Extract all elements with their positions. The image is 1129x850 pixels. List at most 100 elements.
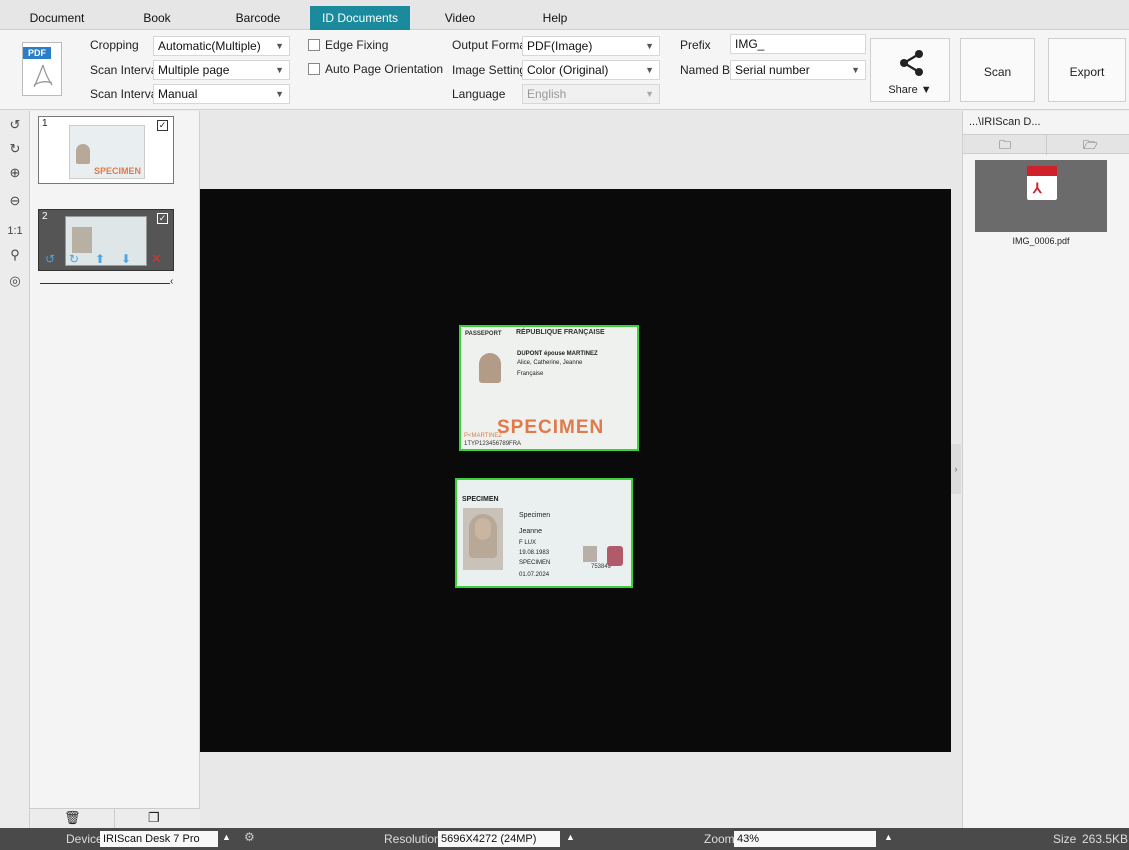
zoom-select[interactable]: 43%	[734, 831, 876, 847]
rotate-left-icon[interactable]: ↺	[5, 115, 25, 135]
zoom-out-icon[interactable]: ⊖	[5, 191, 25, 211]
thumbnail-number: 2	[42, 211, 48, 222]
passport-mrz-line-1: P<MARTINEZ	[464, 433, 503, 439]
open-folder-icon[interactable]: 🗁	[1083, 136, 1098, 157]
output-file-item[interactable]: ⅄ IMG_0006.pdf	[975, 160, 1107, 250]
copy-pages-icon[interactable]: ❐	[148, 810, 160, 826]
chevron-down-icon: ▼	[645, 89, 654, 99]
chevron-down-icon: ▼	[645, 65, 654, 75]
tab-id-documents[interactable]: ID Documents	[310, 6, 410, 30]
scan-preview-area[interactable]: PASSEPORT RÉPUBLIQUE FRANÇAISE DUPONT ép…	[200, 111, 962, 828]
id-expiry-date: 01.07.2024	[519, 572, 550, 578]
thumbnail-number: 1	[42, 118, 48, 129]
share-button[interactable]: Share ▼	[870, 38, 950, 102]
scan-interval-mode-label: Scan Interval	[90, 87, 161, 101]
settings-toolbar: PDF Cropping Automatic(Multiple) ▼ Scan I…	[0, 30, 1129, 110]
edge-fixing-checkbox[interactable]	[308, 39, 320, 51]
export-label: Export	[1069, 65, 1105, 79]
passport-label: PASSEPORT	[465, 331, 502, 337]
chevron-down-icon: ▼	[851, 65, 860, 75]
id-photo	[463, 508, 503, 570]
resolution-dropdown-icon[interactable]: ▲	[566, 832, 575, 842]
passport-thumbnail: SPECIMEN	[69, 125, 145, 179]
settings-sliders-icon[interactable]: ⚙	[244, 830, 255, 844]
scan-label: Scan	[983, 65, 1012, 79]
thumbnail-slider[interactable]	[40, 283, 170, 284]
mode-tab-bar: Document Book Barcode ID Documents Video…	[0, 0, 1129, 30]
image-settings-label: Image Settings	[452, 63, 533, 77]
prefix-input[interactable]: IMG_	[730, 34, 866, 54]
edge-fixing-label: Edge Fixing	[325, 38, 389, 52]
language-label: Language	[452, 87, 506, 101]
delete-icon[interactable]: ✕	[151, 251, 162, 267]
scan-interval-mode-select[interactable]: Manual ▼	[153, 84, 290, 104]
move-up-icon[interactable]: ⬆	[95, 252, 105, 266]
device-label: Device	[66, 832, 103, 846]
chevron-down-icon: ▼	[645, 41, 654, 51]
id-given-name: Jeanne	[519, 528, 542, 535]
scan-button[interactable]: Scan	[960, 38, 1035, 102]
stamp-icon[interactable]: ⚲	[5, 245, 25, 265]
size-label: Size	[1053, 832, 1077, 846]
zoom-label: Zoom	[704, 832, 735, 846]
rotate-right-icon[interactable]: ↻	[5, 139, 25, 159]
cropping-label: Cropping	[90, 38, 139, 52]
id-surname: Specimen	[519, 512, 551, 519]
export-button[interactable]: Export	[1048, 38, 1126, 102]
resolution-select[interactable]: 5696X4272 (24MP)	[438, 831, 560, 847]
coat-of-arms-icon	[607, 546, 623, 566]
scan-interval-select[interactable]: Multiple page ▼	[153, 60, 290, 80]
trash-icon[interactable]: 🗑	[64, 810, 81, 826]
id-card-crop-box[interactable]: SPECIMEN Specimen Jeanne F LUX 19.08.198…	[455, 478, 633, 588]
tab-book[interactable]: Book	[120, 6, 194, 30]
acrobat-icon	[33, 64, 53, 88]
file-thumbnail: ⅄	[975, 160, 1107, 232]
tab-document[interactable]: Document	[22, 6, 92, 30]
tab-video[interactable]: Video	[425, 6, 495, 30]
named-by-label: Named By	[680, 63, 737, 77]
chevron-down-icon: ▼	[275, 89, 284, 99]
pdf-format-icon[interactable]: PDF	[22, 42, 62, 96]
thumbnail-checkbox[interactable]: ✓	[157, 120, 168, 131]
auto-orientation-checkbox[interactable]	[308, 63, 320, 75]
thumbnail-panel: 1 ✓ SPECIMEN 2 ✓ ↺ ↻ ⬆ ⬇ ✕ ‹ 🗑 ❐	[30, 111, 200, 829]
id-ghost-photo	[583, 546, 597, 562]
share-icon	[900, 50, 923, 76]
image-settings-select[interactable]: Color (Original) ▼	[522, 60, 660, 80]
auto-orientation-label: Auto Page Orientation	[325, 62, 444, 76]
thumb-rotate-left-icon[interactable]: ↺	[45, 252, 55, 266]
output-files-panel: ...\IRIScan D... 🗀 🗁 ⅄ IMG_0006.pdf	[962, 111, 1129, 828]
named-by-select[interactable]: Serial number ▼	[730, 60, 866, 80]
id-date-of-birth: 19.08.1983	[519, 550, 550, 556]
thumbnail-page-2[interactable]: 2 ✓ ↺ ↻ ⬆ ⬇ ✕	[38, 209, 174, 271]
pdf-badge: PDF	[23, 47, 51, 59]
thumbnail-checkbox[interactable]: ✓	[157, 213, 168, 224]
id-specimen-label: SPECIMEN	[462, 496, 499, 503]
thumb-rotate-right-icon[interactable]: ↻	[69, 252, 79, 266]
passport-photo	[479, 353, 501, 383]
cropping-select[interactable]: Automatic(Multiple) ▼	[153, 36, 290, 56]
left-tool-column: ↺ ↻ ⊕ ⊖ 1:1 ⚲ ◎	[0, 111, 30, 828]
scan-preview-image: PASSEPORT RÉPUBLIQUE FRANÇAISE DUPONT ép…	[200, 189, 951, 752]
device-select[interactable]: IRIScan Desk 7 Pro	[100, 831, 218, 847]
language-select[interactable]: English ▼	[522, 84, 660, 104]
zoom-dropdown-icon[interactable]: ▲	[884, 832, 893, 842]
tab-barcode[interactable]: Barcode	[215, 6, 301, 30]
output-format-select[interactable]: PDF(Image) ▼	[522, 36, 660, 56]
move-down-icon[interactable]: ⬇	[121, 252, 131, 266]
slider-handle-icon[interactable]: ‹	[170, 276, 173, 287]
webcam-icon[interactable]: ◎	[5, 271, 25, 291]
prefix-label: Prefix	[680, 38, 711, 52]
collapse-panel-handle[interactable]: ›	[951, 444, 961, 494]
thumbnail-page-1[interactable]: 1 ✓ SPECIMEN	[38, 116, 174, 184]
device-dropdown-icon[interactable]: ▲	[222, 832, 231, 842]
chevron-down-icon: ▼	[275, 65, 284, 75]
share-label: Share ▼	[888, 84, 932, 96]
zoom-in-icon[interactable]: ⊕	[5, 163, 25, 183]
folder-change-icon[interactable]: 🗀	[999, 136, 1011, 157]
passport-crop-box[interactable]: PASSEPORT RÉPUBLIQUE FRANÇAISE DUPONT ép…	[459, 325, 639, 451]
pdf-file-icon: ⅄	[1027, 166, 1057, 200]
actual-size-icon[interactable]: 1:1	[5, 221, 25, 241]
chevron-down-icon: ▼	[275, 41, 284, 51]
tab-help[interactable]: Help	[520, 6, 590, 30]
